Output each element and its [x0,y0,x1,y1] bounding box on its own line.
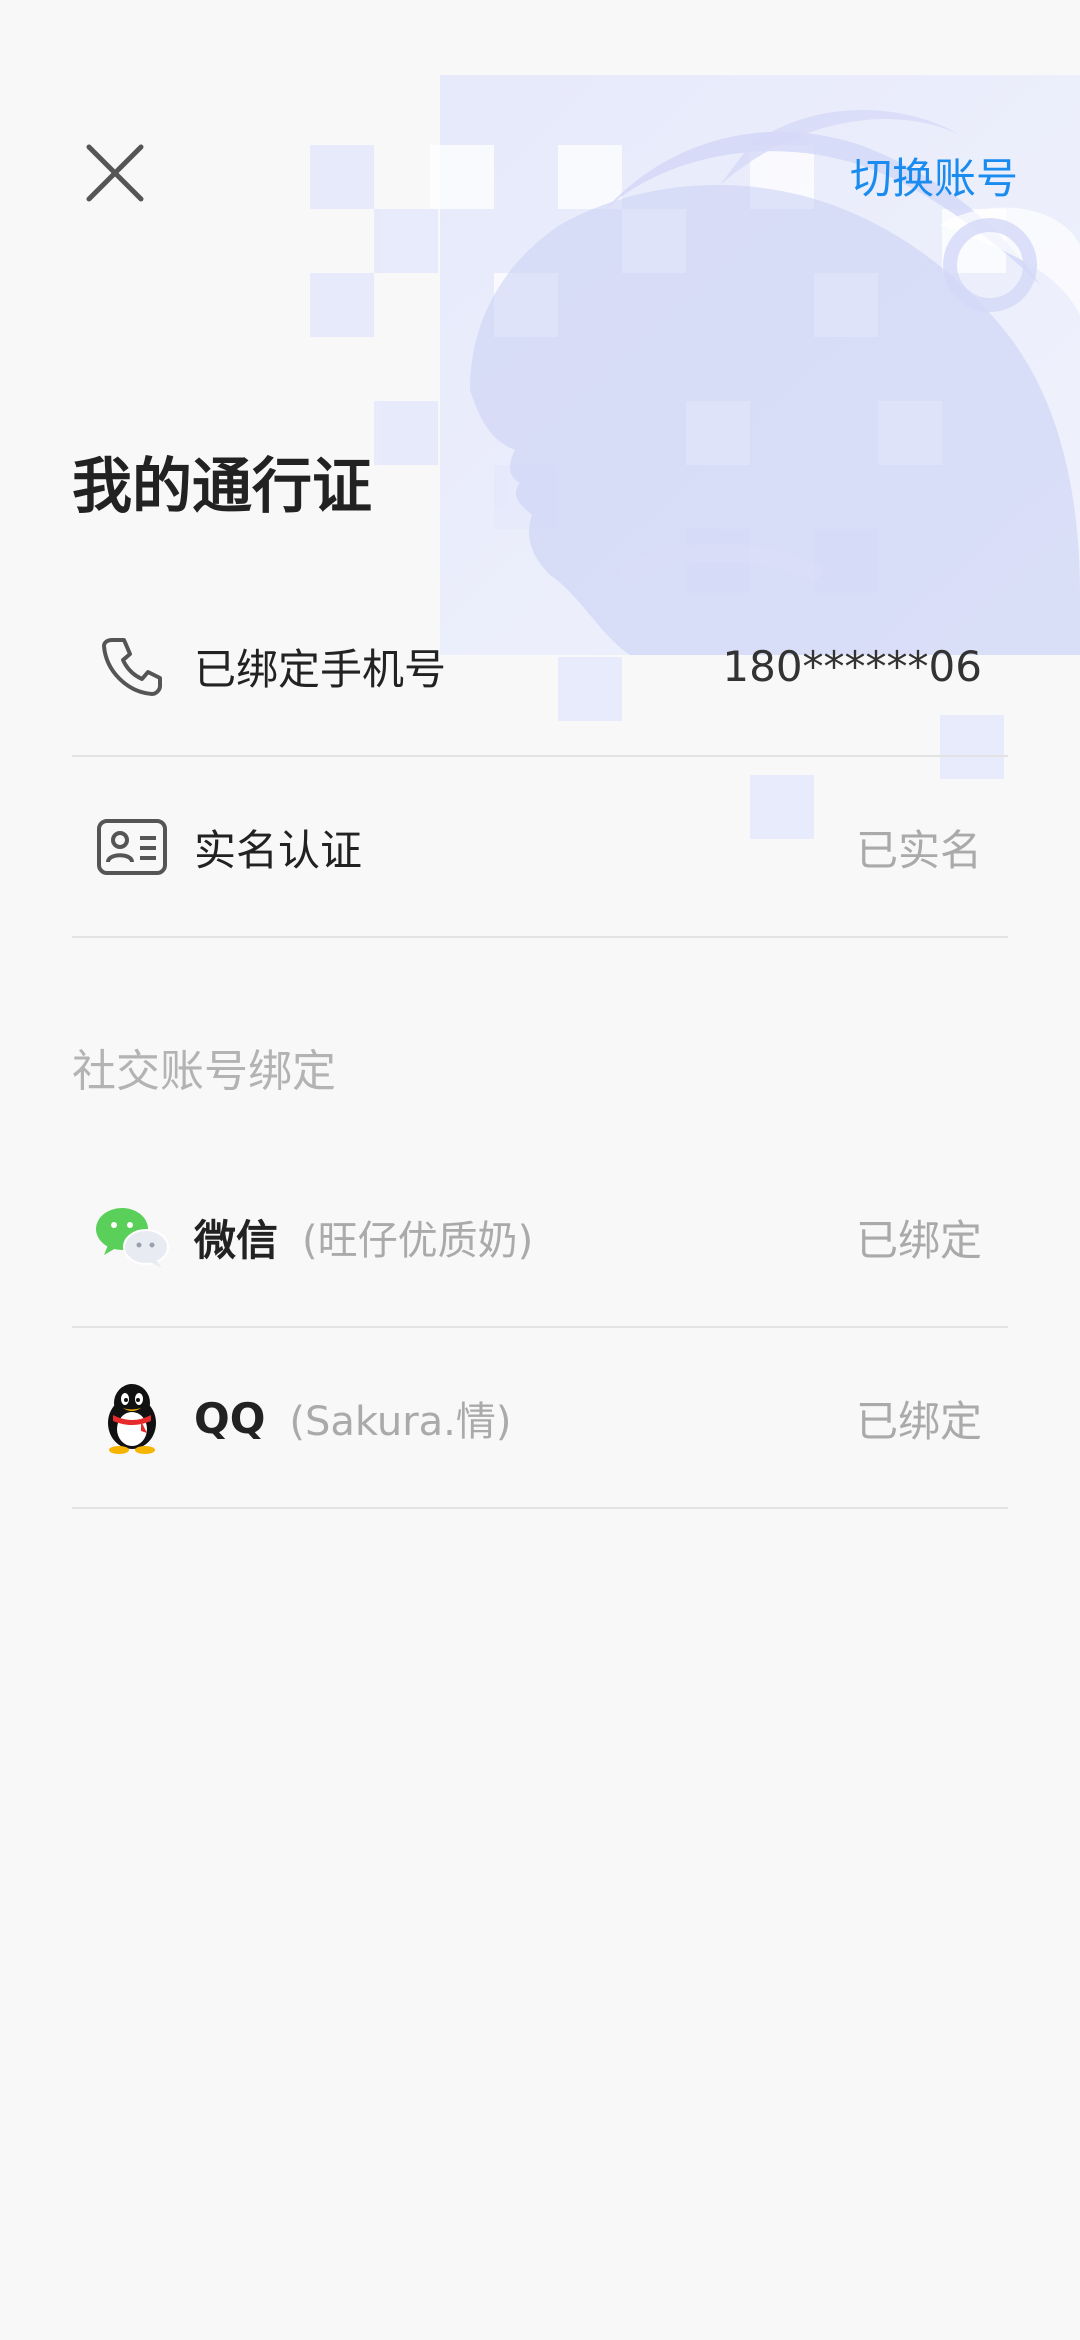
phone-icon [94,628,170,704]
qq-icon [94,1380,170,1456]
social-section-title: 社交账号绑定 [72,1046,336,1097]
real-name-label: 实名认证 [194,825,363,875]
close-icon [86,144,144,202]
switch-account-button[interactable]: 切换账号 [850,145,1018,206]
qq-label: QQ [194,1393,266,1443]
close-button[interactable] [74,132,156,214]
id-card-icon [94,809,170,885]
wechat-label: 微信 [194,1215,279,1265]
real-name-row[interactable]: 实名认证 已实名 [72,758,1008,938]
wechat-row[interactable]: 微信 (旺仔优质奶) 已绑定 [72,1148,1008,1328]
qq-row[interactable]: QQ (Sakura.情) 已绑定 [72,1329,1008,1509]
page-title: 我的通行证 [72,452,372,522]
bound-phone-value: 180******06 [722,641,982,691]
bound-phone-row[interactable]: 已绑定手机号 180******06 [72,577,1008,757]
wechat-status: 已绑定 [855,1215,982,1265]
qq-nickname: (Sakura.情) [289,1399,512,1445]
qq-status: 已绑定 [855,1396,982,1446]
wechat-nickname: (旺仔优质奶) [302,1218,534,1264]
wechat-icon [94,1199,170,1275]
real-name-status: 已实名 [855,825,982,875]
bound-phone-label: 已绑定手机号 [194,644,447,694]
